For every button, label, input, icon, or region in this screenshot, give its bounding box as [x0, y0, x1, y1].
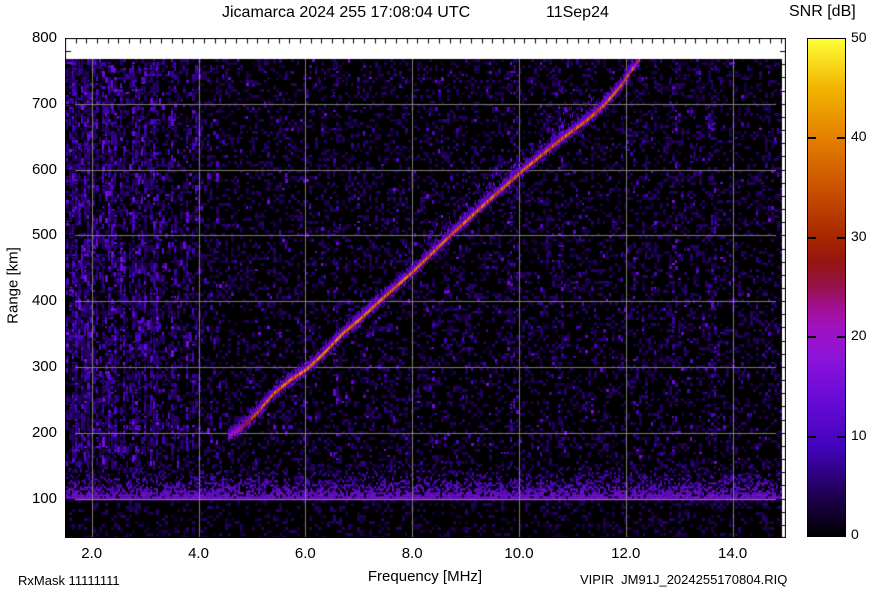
y-tick-label: 600 [31, 160, 57, 178]
colorbar-tick [808, 137, 816, 140]
colorbar-tick-label: 40 [851, 128, 867, 145]
plot-title: Jicamarca 2024 255 17:08:04 UTC [222, 4, 471, 21]
x-axis-label: Frequency [MHz] [367, 568, 483, 585]
y-tick-label: 700 [31, 94, 57, 112]
ionogram-plot-canvas [65, 38, 786, 538]
ionogram-figure: Jicamarca 2024 255 17:08:04 UTC 11Sep24 … [0, 0, 874, 595]
colorbar-tick [837, 236, 845, 239]
y-axis-label: Range [km] [4, 247, 22, 324]
data-file-text: VIPIR JM91J_2024255170804.RIQ [580, 572, 788, 587]
rxmask-text: RxMask 11111111 [18, 573, 120, 588]
y-tick-label: 800 [31, 29, 57, 46]
colorbar-tick-label: 50 [851, 29, 867, 45]
colorbar-tick [837, 435, 845, 438]
x-tick-label: 10.0 [504, 545, 534, 562]
plot-date: 11Sep24 [546, 4, 609, 21]
colorbar-tick-label: 0 [851, 526, 859, 542]
colorbar [807, 38, 846, 537]
x-tick-label: 14.0 [717, 545, 748, 562]
y-tick-label: 200 [31, 423, 57, 441]
colorbar-tick-label: 10 [851, 426, 867, 443]
colorbar-tick [808, 336, 816, 339]
colorbar-tick [808, 435, 816, 438]
colorbar-tick [837, 137, 845, 140]
colorbar-tick-label: 30 [851, 227, 867, 244]
colorbar-title: SNR [dB] [789, 3, 856, 20]
x-tick-label: 4.0 [188, 545, 209, 562]
x-tick-label: 2.0 [81, 545, 103, 562]
y-tick-label: 100 [31, 489, 57, 507]
colorbar-tick [837, 336, 845, 339]
x-tick-label: 6.0 [294, 545, 316, 562]
x-tick-label: 12.0 [611, 545, 641, 562]
colorbar-tick [808, 236, 816, 239]
x-tick-label: 8.0 [401, 545, 423, 562]
colorbar-tick-label: 20 [851, 327, 867, 344]
y-tick-label: 300 [31, 357, 57, 375]
